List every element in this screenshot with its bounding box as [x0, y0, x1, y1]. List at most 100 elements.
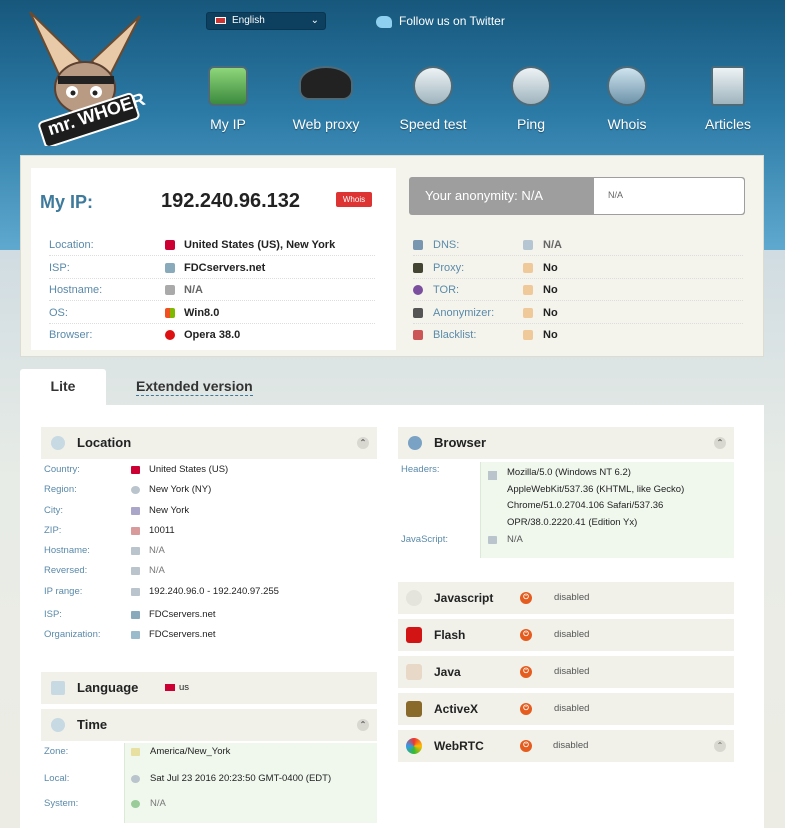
java-icon	[406, 664, 422, 680]
logo[interactable]: mr. WHOER	[22, 6, 152, 148]
twitter-link[interactable]: Follow us on Twitter	[376, 12, 505, 30]
row-value: Sat Jul 23 2016 20:23:50 GMT-0400 (EDT)	[150, 773, 332, 784]
anonymity-value: N/A	[594, 178, 744, 214]
speedometer-icon	[413, 66, 453, 106]
row-key: City:	[44, 505, 63, 516]
proxy-icon	[413, 263, 423, 273]
row-value: FDCservers.net	[149, 629, 216, 640]
power-icon[interactable]: ⏻	[520, 629, 532, 641]
content-panel: Location ⌃ Country: United States (US) Reg…	[20, 405, 764, 828]
location-row: Hostname: N/A	[44, 541, 374, 561]
clock-icon	[131, 775, 140, 783]
row-value: No	[543, 262, 558, 274]
row-value: No	[543, 284, 558, 296]
location-row: ISP: FDCservers.net	[44, 605, 374, 625]
tab-lite[interactable]: Lite	[20, 369, 106, 405]
row-key: DNS:	[433, 239, 460, 251]
row-key: TOR:	[433, 284, 460, 296]
tab-extended[interactable]: Extended version	[136, 377, 253, 396]
plugin-name: Javascript	[434, 591, 494, 605]
row-key: Region:	[44, 484, 77, 495]
row-key: Organization:	[44, 629, 101, 640]
question-icon	[607, 66, 647, 106]
power-icon[interactable]: ⏻	[520, 592, 532, 604]
clock-icon	[51, 718, 65, 732]
nav-ping[interactable]: Ping	[486, 66, 576, 132]
anonymizer-icon	[413, 308, 423, 318]
anonymity-bar: Your anonymity: N/A N/A	[409, 177, 745, 215]
javascript-row: JavaScript: N/A	[401, 530, 721, 550]
webrtc-icon	[406, 738, 422, 754]
time-header[interactable]: Time ⌃	[41, 709, 377, 741]
tabs: Lite Extended version	[20, 369, 764, 405]
row-value: New York (NY)	[149, 484, 212, 495]
javascript-icon	[406, 590, 422, 606]
language-icon	[51, 681, 65, 695]
language-value: us	[179, 682, 190, 693]
row-value: 10011	[149, 525, 175, 536]
flash-icon	[406, 627, 422, 643]
location-header[interactable]: Location ⌃	[41, 427, 377, 459]
javascript-file-icon	[488, 536, 497, 544]
anonymity-label: Your anonymity: N/A	[425, 188, 544, 203]
uk-flag-icon	[215, 16, 226, 24]
globe-icon	[408, 436, 422, 450]
row-value: No	[543, 307, 558, 319]
location-row: Country: United States (US)	[44, 460, 374, 480]
power-icon[interactable]: ⏻	[520, 666, 532, 678]
thumbs-up-icon	[523, 285, 533, 295]
isp-icon	[165, 263, 175, 273]
plugin-status: disabled	[554, 629, 590, 640]
opera-icon	[165, 330, 175, 340]
row-key: Hostname:	[44, 545, 90, 556]
row-key: Browser:	[49, 329, 93, 341]
time-row: System: N/A	[44, 794, 374, 814]
language-header[interactable]: Language us	[41, 672, 377, 704]
nav-web-proxy[interactable]: Web proxy	[281, 66, 371, 132]
nav-label: Web proxy	[292, 116, 360, 132]
anon-row-tor: TOR: No	[413, 279, 743, 301]
section-title: Browser	[434, 435, 487, 450]
whois-button[interactable]: Whois	[336, 192, 372, 207]
power-icon[interactable]: ⏻	[520, 740, 532, 752]
plugin-status: disabled	[553, 740, 589, 751]
headers-key: Headers:	[401, 460, 481, 480]
language-select[interactable]: English ⌄	[206, 12, 326, 30]
plugin-name: ActiveX	[434, 702, 479, 716]
us-flag-icon	[131, 466, 140, 474]
row-key: Reversed:	[44, 565, 88, 576]
anon-row-blacklist: Blacklist: No	[413, 324, 743, 346]
hostname-icon	[131, 547, 140, 555]
header-line: Chrome/51.0.2704.106 Safari/537.36	[507, 500, 664, 511]
nav-whois[interactable]: Whois	[582, 66, 672, 132]
info-row-os: OS: Win8.0	[49, 302, 375, 324]
row-value: New York	[149, 505, 190, 516]
row-value: N/A	[149, 545, 165, 556]
nav-speed-test[interactable]: Speed test	[388, 66, 478, 132]
section-title: Language	[77, 680, 139, 695]
row-value: No	[543, 329, 558, 341]
nav-articles[interactable]: Articles	[683, 66, 773, 132]
header-line: OPR/38.0.2220.41 (Edition Yx)	[507, 516, 638, 528]
collapse-icon[interactable]: ⌃	[357, 437, 369, 449]
nav-my-ip[interactable]: My IP	[183, 66, 273, 132]
row-key: Blacklist:	[433, 329, 477, 341]
collapse-icon[interactable]: ⌃	[357, 719, 369, 731]
location-row: City: New York	[44, 501, 374, 521]
collapse-icon[interactable]: ⌃	[714, 740, 726, 752]
row-key: ISP:	[49, 262, 70, 274]
collapse-icon[interactable]: ⌃	[714, 437, 726, 449]
ip-panel: My IP: 192.240.96.132 Whois Location: Uni…	[20, 155, 764, 357]
row-value: FDCservers.net	[149, 609, 216, 620]
location-icon	[51, 436, 65, 450]
row-value: 192.240.96.0 - 192.240.97.255	[149, 586, 279, 597]
power-icon[interactable]: ⏻	[520, 703, 532, 715]
browser-header[interactable]: Browser ⌃	[398, 427, 734, 459]
row-value: Win8.0	[184, 307, 220, 319]
thumbs-up-icon	[523, 263, 533, 273]
section-title: Time	[77, 717, 108, 732]
row-key: OS:	[49, 307, 68, 319]
spy-hat-icon	[299, 66, 353, 100]
plugin-status: disabled	[554, 592, 590, 603]
dns-icon	[413, 240, 423, 250]
